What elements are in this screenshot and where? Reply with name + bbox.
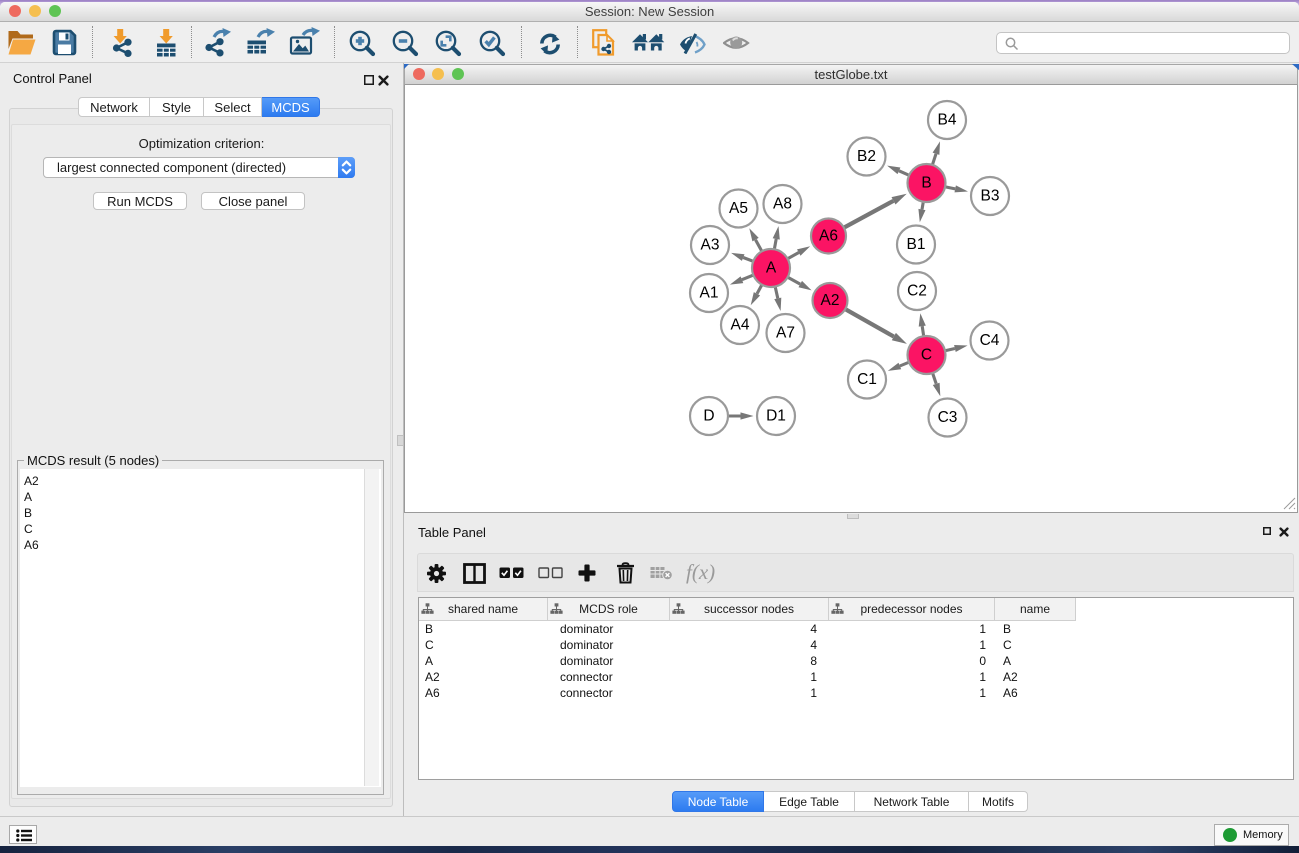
svg-text:A6: A6 <box>819 228 838 245</box>
svg-text:B3: B3 <box>981 188 1000 205</box>
svg-text:B2: B2 <box>857 148 876 165</box>
svg-text:B: B <box>921 175 931 192</box>
svg-text:A5: A5 <box>729 200 748 217</box>
svg-text:B4: B4 <box>938 112 957 129</box>
svg-text:A7: A7 <box>776 325 795 342</box>
svg-text:C3: C3 <box>938 409 958 426</box>
svg-text:B1: B1 <box>907 236 926 253</box>
svg-text:A4: A4 <box>731 317 750 334</box>
svg-text:C2: C2 <box>907 283 927 300</box>
svg-text:A3: A3 <box>701 237 720 254</box>
svg-text:D: D <box>703 408 714 425</box>
svg-text:A: A <box>766 260 777 277</box>
svg-text:C: C <box>921 347 932 364</box>
svg-text:C1: C1 <box>857 371 877 388</box>
svg-text:A8: A8 <box>773 196 792 213</box>
svg-text:D1: D1 <box>766 408 786 425</box>
svg-text:A2: A2 <box>821 292 840 309</box>
svg-text:A1: A1 <box>700 285 719 302</box>
svg-text:C4: C4 <box>980 332 1000 349</box>
